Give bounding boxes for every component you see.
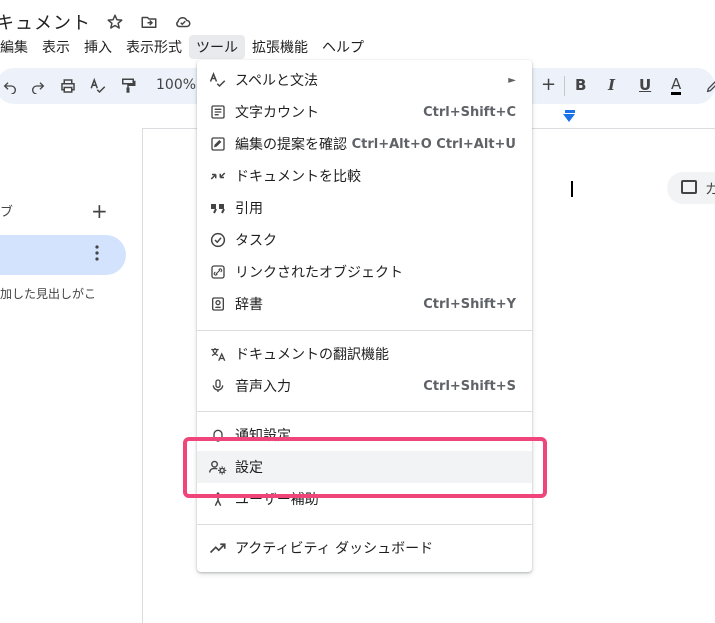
- menu-item-label: リンクされたオブジェクト: [235, 265, 403, 281]
- menu-item-shortcut: Ctrl+Shift+S: [423, 378, 516, 394]
- menu-divider: [197, 411, 532, 412]
- document-title[interactable]: キュメント: [0, 9, 91, 35]
- menu-item-label: タスク: [235, 233, 277, 249]
- add-tab-button[interactable]: +: [91, 199, 108, 223]
- mic-icon: [209, 377, 227, 395]
- submenu-arrow-icon: ►: [508, 74, 516, 86]
- menu-divider: [197, 524, 532, 525]
- star-icon[interactable]: [105, 12, 125, 32]
- underline-button[interactable]: U: [639, 76, 651, 94]
- toolbar-divider: [564, 76, 565, 96]
- menu-item-voice-typing[interactable]: 音声入力 Ctrl+Shift+S: [197, 370, 532, 402]
- translate-icon: [209, 345, 227, 363]
- menu-edit[interactable]: 編集: [0, 35, 35, 59]
- menu-item-review-edits[interactable]: 編集の提案を確認 Ctrl+Alt+O Ctrl+Alt+U: [197, 128, 532, 160]
- menu-item-dictionary[interactable]: 辞書 Ctrl+Shift+Y: [197, 288, 532, 320]
- menu-view[interactable]: 表示: [35, 35, 77, 59]
- outline-hint-text: 加した見出しがこ: [0, 287, 97, 301]
- dictionary-icon: [209, 295, 227, 313]
- menu-divider: [197, 330, 532, 331]
- compare-icon: [209, 167, 227, 185]
- link-icon: [209, 263, 227, 281]
- menu-item-word-count[interactable]: 文字カウント Ctrl+Shift+C: [197, 96, 532, 128]
- menubar: 編集 表示 挿入 表示形式 ツール 拡張機能 ヘルプ: [0, 35, 371, 59]
- text-cursor: [571, 181, 573, 197]
- review-edits-icon: [209, 135, 227, 153]
- menu-insert[interactable]: 挿入: [77, 35, 119, 59]
- chip-label: カ: [705, 182, 715, 198]
- text-color-button[interactable]: A: [671, 76, 682, 95]
- font-size-increase-button[interactable]: +: [541, 74, 556, 95]
- quote-icon: [209, 199, 227, 217]
- redo-icon[interactable]: [28, 76, 48, 96]
- move-folder-icon[interactable]: [139, 12, 159, 32]
- menu-item-label: ドキュメントの翻訳機能: [235, 347, 389, 363]
- menu-item-label: ドキュメントを比較: [235, 169, 361, 185]
- menu-item-citations[interactable]: 引用: [197, 192, 532, 224]
- menu-item-tasks[interactable]: タスク: [197, 224, 532, 256]
- outline-tab-label: ブ: [0, 205, 14, 220]
- menu-item-compare-documents[interactable]: ドキュメントを比較: [197, 160, 532, 192]
- highlight-annotation-box: [183, 437, 547, 498]
- ruler-indent-marker[interactable]: [563, 114, 575, 122]
- menu-item-label: 引用: [235, 201, 263, 217]
- outline-tab-selected[interactable]: [0, 235, 126, 275]
- task-icon: [209, 231, 227, 249]
- menu-help[interactable]: ヘルプ: [315, 35, 371, 59]
- menu-extensions[interactable]: 拡張機能: [245, 35, 315, 59]
- menu-item-label: スペルと文法: [235, 73, 319, 89]
- spellcheck-toolbar-icon[interactable]: [88, 76, 108, 96]
- italic-button[interactable]: I: [608, 76, 615, 94]
- bold-button[interactable]: B: [575, 76, 586, 94]
- menu-item-label: アクティビティ ダッシュボード: [235, 541, 434, 557]
- menu-item-label: 辞書: [235, 297, 263, 313]
- menu-tools[interactable]: ツール: [189, 35, 245, 59]
- menu-item-linked-objects[interactable]: リンクされたオブジェクト: [197, 256, 532, 288]
- cloud-status-icon[interactable]: [173, 12, 193, 32]
- menu-item-spelling-grammar[interactable]: スペルと文法 ►: [197, 64, 532, 96]
- undo-icon[interactable]: [0, 76, 20, 96]
- highlight-pen-icon[interactable]: [703, 76, 715, 96]
- menu-item-label: 文字カウント: [235, 105, 319, 121]
- menu-item-shortcut: Ctrl+Shift+C: [423, 104, 516, 120]
- menu-item-label: 音声入力: [235, 379, 291, 395]
- title-row: キュメント: [0, 8, 193, 36]
- insert-image-chip[interactable]: カ: [667, 172, 715, 204]
- zoom-select[interactable]: 100%: [156, 77, 196, 93]
- trending-icon: [209, 539, 227, 557]
- menu-item-label: 編集の提案を確認: [235, 137, 347, 153]
- paint-format-icon[interactable]: [118, 76, 138, 96]
- menu-item-shortcut: Ctrl+Shift+Y: [423, 296, 516, 312]
- word-count-icon: [209, 103, 227, 121]
- more-options-icon[interactable]: [95, 245, 99, 265]
- ruler-indent-bar[interactable]: [565, 110, 575, 113]
- document-outline-panel: ブ + 加した見出しがこ: [0, 128, 143, 623]
- spellcheck-icon: [209, 71, 227, 89]
- menu-item-shortcut: Ctrl+Alt+O Ctrl+Alt+U: [351, 136, 516, 152]
- menu-format[interactable]: 表示形式: [119, 35, 189, 59]
- menu-item-activity-dashboard[interactable]: アクティビティ ダッシュボード: [197, 532, 532, 564]
- image-icon: [681, 180, 697, 194]
- print-icon[interactable]: [58, 76, 78, 96]
- menu-item-translate-document[interactable]: ドキュメントの翻訳機能: [197, 338, 532, 370]
